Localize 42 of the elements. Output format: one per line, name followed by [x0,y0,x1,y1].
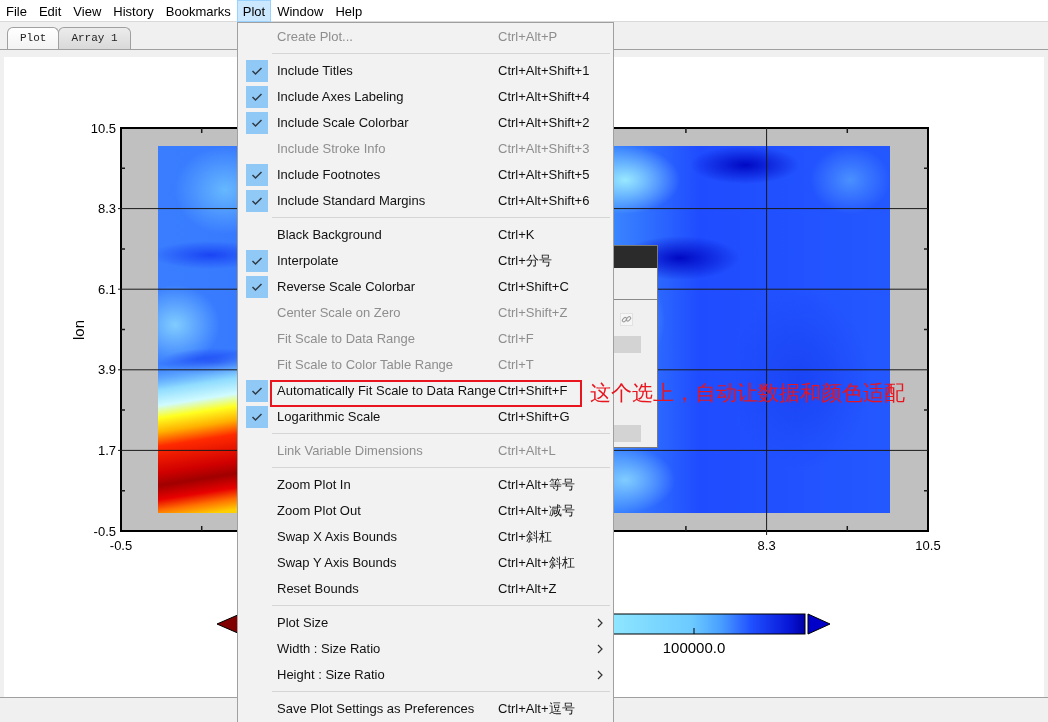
menu-item[interactable]: Plot Size [277,615,329,631]
tab[interactable]: Array 1 [58,27,131,49]
menu-bar-item[interactable]: Edit [32,0,68,22]
chevron-icon [597,670,603,680]
chevron-icon [597,644,603,654]
menu-item[interactable]: Include Axes Labeling [277,89,404,105]
axis-tick-label: 8.3 [97,201,116,217]
shortcut-label: Ctrl+Alt+Shift+1 [498,62,590,81]
shortcut-label: Ctrl+Alt+斜杠 [498,554,575,573]
colorbar-label: 100000.0 [662,638,726,656]
menu-item[interactable]: Save Plot Settings as Preferences [277,701,475,717]
shortcut-label: Ctrl+Alt+Shift+2 [498,114,590,133]
axis-tick-label: 10.5 [915,537,941,553]
menu-item[interactable]: Reset Bounds [277,581,359,597]
shortcut-label: Ctrl+Alt+逗号 [498,700,575,719]
menu-item[interactable]: Swap Y Axis Bounds [277,555,397,571]
axis-tick-label: 10.5 [90,120,116,136]
axis-tick-label: 3.9 [97,362,116,378]
axis-tick-label: 1.7 [97,442,116,458]
menu-bar-item[interactable]: Bookmarks [159,0,237,22]
menu-bar-item[interactable]: View [67,0,108,22]
menu-bar-item[interactable]: History [107,0,160,22]
axis-tick-label: -0.5 [109,537,133,553]
tab[interactable]: Plot [7,27,60,49]
axis-tick-label: -0.5 [93,523,116,539]
menu-item[interactable]: Include Scale Colorbar [277,115,409,131]
axis-tick-label: 6.1 [97,281,116,297]
menu-item[interactable]: Height : Size Ratio [277,667,385,683]
menu-item[interactable]: Include Titles [277,63,353,79]
chevron-icon [597,618,603,628]
menu-bar-item[interactable]: Plot [236,0,272,22]
axis-title: lon [69,320,87,340]
menu-item[interactable]: Width : Size Ratio [277,641,381,657]
menu-bar-item[interactable]: Help [329,0,369,22]
menu-bar-item[interactable]: File [0,0,33,22]
shortcut-label: Ctrl+斜杠 [498,528,552,547]
menu-bar-item[interactable]: Window [271,0,330,22]
menu-item[interactable]: Swap X Axis Bounds [277,529,397,545]
axis-tick-label: 8.3 [757,537,776,553]
shortcut-label: Ctrl+Alt+Shift+4 [498,88,590,107]
shortcut-label: Ctrl+Alt+P [498,28,558,47]
shortcut-label: Ctrl+Alt+Z [498,580,557,599]
